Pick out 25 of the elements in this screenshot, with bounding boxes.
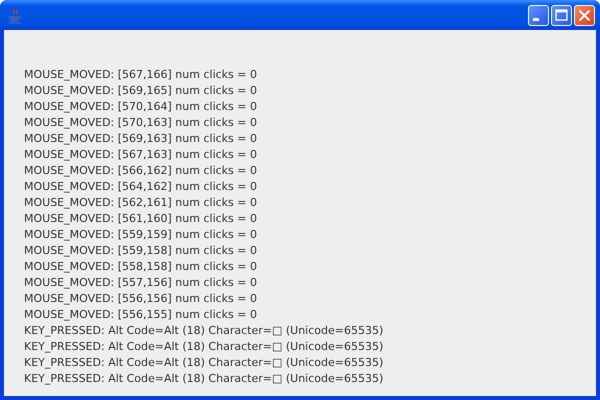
log-line: MOUSE_MOVED: [559,158] num clicks = 0 xyxy=(24,243,258,259)
log-line: MOUSE_MOVED: [564,162] num clicks = 0 xyxy=(24,179,258,195)
log-line: MOUSE_MOVED: [567,166] num clicks = 0 xyxy=(24,67,258,83)
log-line: MOUSE_MOVED: [569,163] num clicks = 0 xyxy=(24,131,258,147)
close-button[interactable] xyxy=(574,4,595,26)
minimize-button[interactable] xyxy=(528,4,549,26)
log-line: MOUSE_MOVED: [566,162] num clicks = 0 xyxy=(24,163,258,179)
log-line: MOUSE_MOVED: [557,156] num clicks = 0 xyxy=(24,275,258,291)
log-line: KEY_PRESSED: Alt Code=Alt (18) Character=□ (Unicode=65535) xyxy=(24,355,384,371)
coffee-cup-icon xyxy=(7,8,23,24)
log-line: MOUSE_MOVED: [559,159] num clicks = 0 xyxy=(24,227,258,243)
log-line: MOUSE_MOVED: [570,163] num clicks = 0 xyxy=(24,115,258,131)
log-line: MOUSE_MOVED: [558,158] num clicks = 0 xyxy=(24,259,258,275)
log-line: MOUSE_MOVED: [561,160] num clicks = 0 xyxy=(24,211,258,227)
log-line: MOUSE_MOVED: [556,156] num clicks = 0 xyxy=(24,291,258,307)
maximize-button[interactable] xyxy=(551,4,572,26)
log-line: KEY_PRESSED: Alt Code=Alt (18) Character=□ (Unicode=65535) xyxy=(24,371,384,387)
log-line: KEY_PRESSED: Alt Code=Alt (18) Character=□ (Unicode=65535) xyxy=(24,323,384,339)
log-line: MOUSE_MOVED: [569,165] num clicks = 0 xyxy=(24,83,258,99)
log-line: MOUSE_MOVED: [556,155] num clicks = 0 xyxy=(24,307,258,323)
minimize-icon xyxy=(532,18,538,20)
log-line: MOUSE_MOVED: [562,161] num clicks = 0 xyxy=(24,195,258,211)
log-line: MOUSE_MOVED: [570,164] num clicks = 0 xyxy=(24,99,258,115)
log-line: MOUSE_MOVED: [567,163] num clicks = 0 xyxy=(24,147,258,163)
log-line: KEY_PRESSED: Alt Code=Alt (18) Character=□ (Unicode=65535) xyxy=(24,339,384,355)
